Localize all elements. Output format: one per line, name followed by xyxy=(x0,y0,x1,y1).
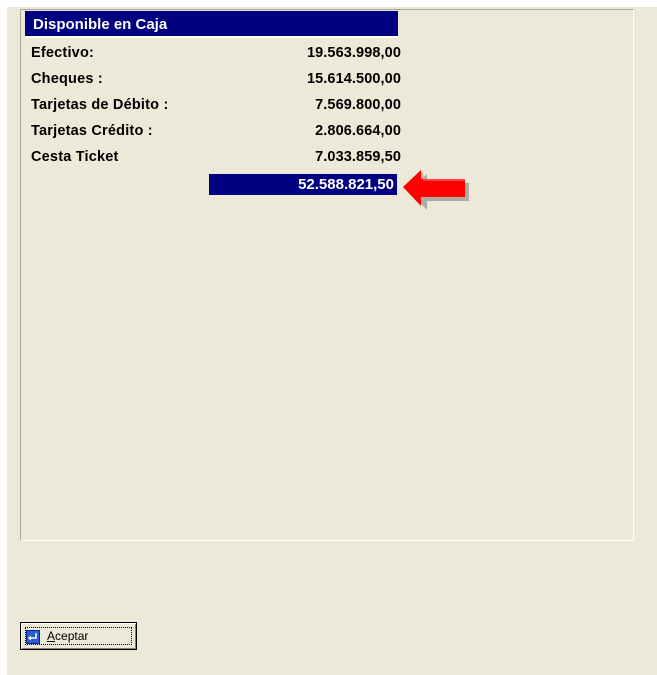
accept-mnemonic: A xyxy=(47,629,56,643)
row-value-cheques: 15.614.500,00 xyxy=(306,71,401,87)
cash-breakdown-list: Efectivo: 19.563.998,00 Cheques : 15.614… xyxy=(29,40,401,170)
list-item: Tarjetas Crédito : 2.806.664,00 xyxy=(29,118,401,144)
list-item: Cesta Ticket 7.033.859,50 xyxy=(29,144,401,170)
row-value-cesta-ticket: 7.033.859,50 xyxy=(315,149,401,165)
row-value-efectivo: 19.563.998,00 xyxy=(306,45,401,61)
list-item: Efectivo: 19.563.998,00 xyxy=(29,40,401,66)
row-value-tarjetas-credito: 2.806.664,00 xyxy=(315,123,401,139)
list-item: Tarjetas de Débito : 7.569.800,00 xyxy=(29,92,401,118)
row-label-tarjetas-debito: Tarjetas de Débito : xyxy=(31,97,169,113)
total-value: 52.588.821,50 xyxy=(209,174,397,195)
panel-title: Disponible en Caja xyxy=(25,11,398,38)
row-label-cheques: Cheques : xyxy=(31,71,103,87)
cash-available-panel: Disponible en Caja Efectivo: 19.563.998,… xyxy=(20,9,634,541)
accept-button[interactable]: Aceptar xyxy=(20,622,137,650)
accept-button-label: Aceptar xyxy=(47,629,88,643)
row-value-tarjetas-debito: 7.569.800,00 xyxy=(315,97,401,113)
row-label-efectivo: Efectivo: xyxy=(31,45,95,61)
enter-icon xyxy=(26,630,40,644)
row-label-cesta-ticket: Cesta Ticket xyxy=(31,149,119,165)
row-label-tarjetas-credito: Tarjetas Crédito : xyxy=(31,123,153,139)
accept-label-rest: ceptar xyxy=(55,629,89,643)
list-item: Cheques : 15.614.500,00 xyxy=(29,66,401,92)
red-arrow-left-icon xyxy=(403,170,469,210)
dialog-window: Disponible en Caja Efectivo: 19.563.998,… xyxy=(7,7,657,675)
